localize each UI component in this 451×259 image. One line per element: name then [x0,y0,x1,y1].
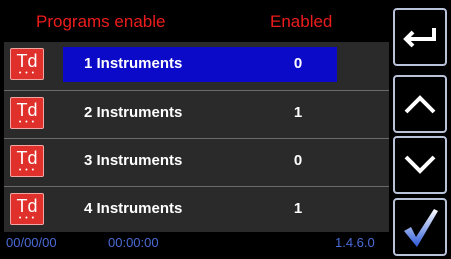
program-row-4[interactable]: Td • • • 4 Instruments 1 [4,186,389,232]
program-enabled-value: 0 [293,152,303,169]
td-icon: Td • • • [10,48,44,80]
chevron-down-icon [404,155,436,174]
back-arrow-icon [403,28,436,48]
footer-time: 00:00:00 [108,235,159,250]
programs-list: Td • • • 1 Instruments 0 Td • • • 2 Inst… [4,42,389,232]
back-button[interactable] [393,8,447,66]
checkmark-icon [404,209,438,247]
footer-date: 00/00/00 [6,235,57,250]
chevron-up-icon [404,95,436,114]
scroll-down-button[interactable] [393,136,447,194]
program-label: 4 Instruments [84,200,183,217]
enabled-column-header: Enabled [270,12,333,31]
program-label: 3 Instruments [84,152,183,169]
td-icon: Td • • • [10,145,44,177]
program-label: 2 Instruments [84,104,183,121]
page-title: Programs enable [36,12,166,31]
program-enabled-value: 1 [293,200,303,217]
footer-version: 1.4.6.0 [335,235,375,250]
scroll-up-button[interactable] [393,75,447,133]
program-enabled-value: 0 [293,55,303,72]
program-row-1[interactable]: Td • • • 1 Instruments 0 [4,42,389,88]
confirm-button[interactable] [393,198,447,256]
program-row-2[interactable]: Td • • • 2 Instruments 1 [4,90,389,136]
program-enabled-value: 1 [293,104,303,121]
program-row-3[interactable]: Td • • • 3 Instruments 0 [4,138,389,184]
td-icon: Td • • • [10,193,44,225]
program-label: 1 Instruments [84,55,183,72]
td-icon: Td • • • [10,97,44,129]
